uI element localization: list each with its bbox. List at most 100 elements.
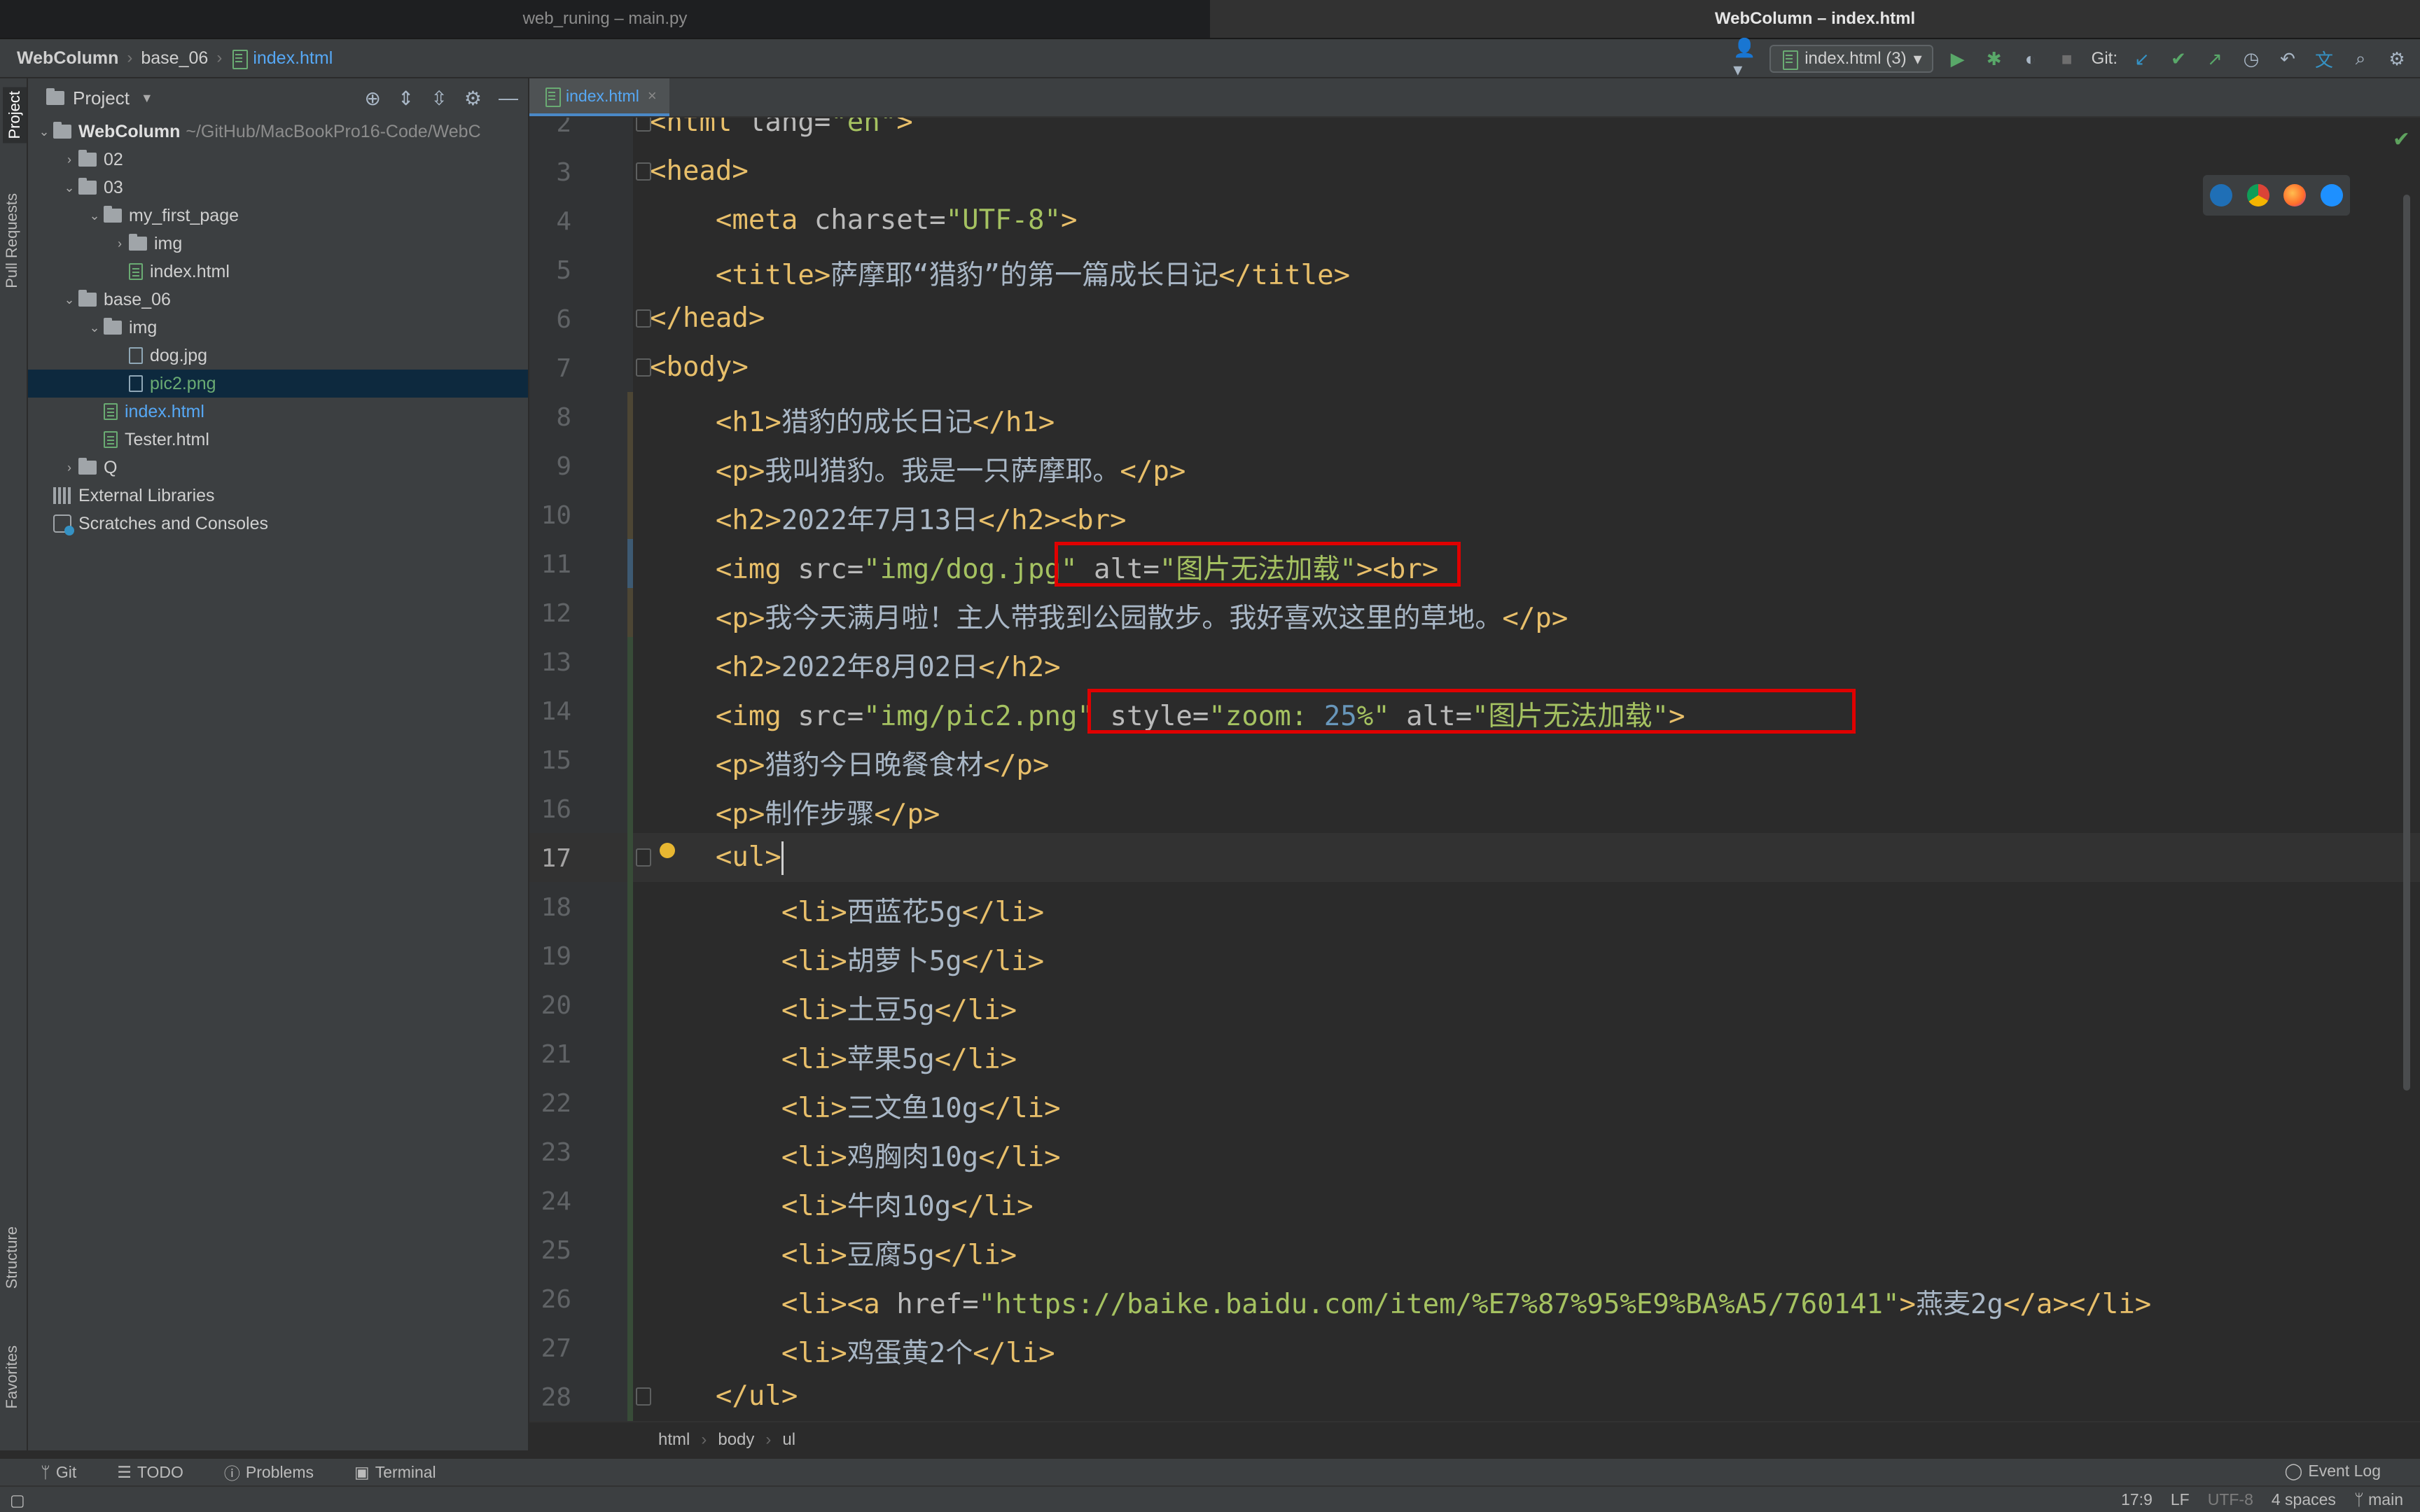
code-line[interactable]: 4 <meta charset="UTF-8"> (529, 196, 2420, 245)
project-tree-item[interactable]: ⌄ WebColumn ~/GitHub/MacBookPro16-Code/Web… (28, 118, 528, 146)
user-profile-icon[interactable]: 👤▾ (1733, 37, 1757, 80)
breadcrumb-project[interactable]: WebColumn (17, 48, 118, 69)
fold-marker-icon[interactable] (636, 1387, 651, 1406)
breadcrumb-folder[interactable]: base_06 (141, 48, 208, 69)
fold-marker-icon[interactable] (636, 162, 651, 181)
chevron-right-icon[interactable]: › (111, 237, 129, 251)
fold-marker-icon[interactable] (636, 358, 651, 377)
code-line[interactable]: 26 <li><a href="https://baike.baidu.com/… (529, 1274, 2420, 1323)
code-line[interactable]: 21 <li>苹果5g</li> (529, 1029, 2420, 1078)
editor-breadcrumb-body[interactable]: body (718, 1430, 754, 1450)
code-line[interactable]: 23 <li>鸡胸肉10g</li> (529, 1127, 2420, 1176)
code-line[interactable]: 18 <li>西蓝花5g</li> (529, 882, 2420, 931)
git-history-icon[interactable]: ◷ (2239, 47, 2263, 71)
git-update-icon[interactable]: ↙ (2130, 47, 2154, 71)
code-line[interactable]: 16 <p>制作步骤</p> (529, 784, 2420, 833)
breadcrumb-file[interactable]: index.html (230, 48, 333, 69)
git-rollback-icon[interactable]: ↶ (2276, 47, 2300, 71)
chevron-down-icon[interactable]: ⌄ (85, 209, 104, 223)
chevron-down-icon[interactable]: ⌄ (35, 125, 53, 139)
toggle-tool-windows-icon[interactable]: ▢ (10, 1491, 25, 1510)
chevron-down-icon[interactable]: ⌄ (85, 321, 104, 335)
code-line[interactable]: 6 </head> (529, 294, 2420, 343)
fold-marker-icon[interactable] (636, 309, 651, 328)
chevron-down-icon[interactable]: ▼ (141, 91, 153, 106)
code-line[interactable]: 25 <li>豆腐5g</li> (529, 1225, 2420, 1274)
chevron-right-icon[interactable]: › (60, 153, 78, 167)
debug-icon[interactable]: ✱ (1982, 47, 2006, 71)
editor-tab-index-html[interactable]: index.html × (529, 78, 669, 116)
project-tree-item[interactable]: Scratches and Consoles (28, 510, 528, 538)
favorites-tool-button[interactable]: Favorites (3, 1345, 21, 1408)
editor-breadcrumb-ul[interactable]: ul (782, 1430, 795, 1450)
vcs-change-marker[interactable] (627, 637, 633, 1421)
code-line[interactable]: 5 <title>萨摩耶“猎豹”的第一篇成长日记</title> (529, 245, 2420, 294)
code-line[interactable]: 28 </ul> (529, 1372, 2420, 1421)
fold-marker-icon[interactable] (636, 118, 651, 132)
git-tool-button[interactable]: ᛘ Git (41, 1463, 76, 1482)
window-tab-index-html[interactable]: WebColumn – index.html (1210, 0, 2420, 39)
chevron-right-icon[interactable]: › (60, 461, 78, 475)
stop-icon[interactable]: ■ (2055, 47, 2079, 71)
project-tree-item[interactable]: ⌄ 03 (28, 174, 528, 202)
project-tree-item[interactable]: ⌄ my_first_page (28, 202, 528, 230)
run-icon[interactable]: ▶ (1946, 47, 1970, 71)
code-editor[interactable]: 2 <html lang="en"> 3 <head> 4 <meta charset=… (529, 118, 2420, 1421)
git-commit-icon[interactable]: ✔ (2167, 47, 2190, 71)
webstorm-browser-icon[interactable] (2210, 184, 2233, 206)
project-tree-item[interactable]: ⌄ img (28, 314, 528, 342)
vcs-change-marker[interactable] (627, 392, 633, 637)
expand-all-icon[interactable]: ⇕ (398, 87, 414, 110)
run-configuration-selector[interactable]: index.html (3) ▾ (1769, 45, 1933, 73)
line-separator[interactable]: LF (2171, 1490, 2190, 1509)
collapse-all-icon[interactable]: ⇳ (431, 87, 447, 110)
git-push-icon[interactable]: ↗ (2203, 47, 2227, 71)
project-tree-item[interactable]: External Libraries (28, 482, 528, 510)
code-line[interactable]: 17 <ul> (529, 833, 2420, 882)
pull-requests-tool-button[interactable]: Pull Requests (3, 193, 21, 288)
code-line[interactable]: 11 <img src="img/dog.jpg" alt="图片无法加载"><… (529, 539, 2420, 588)
file-encoding[interactable]: UTF-8 (2208, 1490, 2253, 1509)
git-branch-widget[interactable]: ᛘ main (2354, 1490, 2403, 1509)
chevron-down-icon[interactable]: ⌄ (60, 181, 78, 195)
search-icon[interactable]: ⌕ (2349, 47, 2372, 71)
project-tree-item[interactable]: › Q (28, 454, 528, 482)
close-icon[interactable]: × (648, 87, 657, 105)
safari-icon[interactable] (2320, 184, 2343, 206)
code-line[interactable]: 3 <head> (529, 147, 2420, 196)
event-log-button[interactable]: ◯ Event Log (2285, 1462, 2381, 1480)
code-line[interactable]: 19 <li>胡萝卜5g</li> (529, 931, 2420, 980)
firefox-icon[interactable] (2283, 184, 2307, 206)
translate-icon[interactable]: 文 (2312, 47, 2336, 71)
code-line[interactable]: 13 <h2>2022年8月02日</h2> (529, 637, 2420, 686)
coverage-icon[interactable]: ◐ (2019, 47, 2043, 71)
vertical-scrollbar[interactable] (2403, 195, 2410, 1091)
editor-breadcrumb-html[interactable]: html (658, 1430, 690, 1450)
code-line[interactable]: 8 <h1>猎豹的成长日记</h1> (529, 392, 2420, 441)
intention-lightbulb-icon[interactable] (660, 843, 675, 858)
code-line[interactable]: 10 <h2>2022年7月13日</h2><br> (529, 490, 2420, 539)
project-tree-item[interactable]: pic2.png (28, 370, 528, 398)
project-tree-item[interactable]: dog.jpg (28, 342, 528, 370)
structure-tool-button[interactable]: Structure (3, 1226, 21, 1289)
code-line[interactable]: 2 <html lang="en"> (529, 118, 2420, 147)
project-tree-item[interactable]: ⌄ base_06 (28, 286, 528, 314)
code-line[interactable]: 15 <p>猎豹今日晚餐食材</p> (529, 735, 2420, 784)
chevron-down-icon[interactable]: ⌄ (60, 293, 78, 307)
todo-tool-button[interactable]: ☰ TODO (117, 1463, 183, 1482)
code-line[interactable]: 27 <li>鸡蛋黄2个</li> (529, 1323, 2420, 1372)
indent-setting[interactable]: 4 spaces (2272, 1490, 2336, 1509)
terminal-tool-button[interactable]: ▣ Terminal (354, 1463, 436, 1482)
window-tab-main-py[interactable]: web_runing – main.py (0, 0, 1210, 39)
code-line[interactable]: 7 <body> (529, 343, 2420, 392)
project-tree-item[interactable]: › 02 (28, 146, 528, 174)
fold-marker-icon[interactable] (636, 848, 651, 867)
settings-gear-icon[interactable]: ⚙ (464, 87, 482, 110)
settings-gear-icon[interactable]: ⚙ (2385, 47, 2409, 71)
project-tree-item[interactable]: › img (28, 230, 528, 258)
chrome-icon[interactable] (2246, 184, 2269, 206)
caret-position[interactable]: 17:9 (2121, 1490, 2153, 1509)
code-line[interactable]: 24 <li>牛肉10g</li> (529, 1176, 2420, 1225)
problems-tool-button[interactable]: ⓘ Problems (224, 1460, 314, 1484)
code-line[interactable]: 12 <p>我今天满月啦！主人带我到公园散步。我好喜欢这里的草地。</p> (529, 588, 2420, 637)
